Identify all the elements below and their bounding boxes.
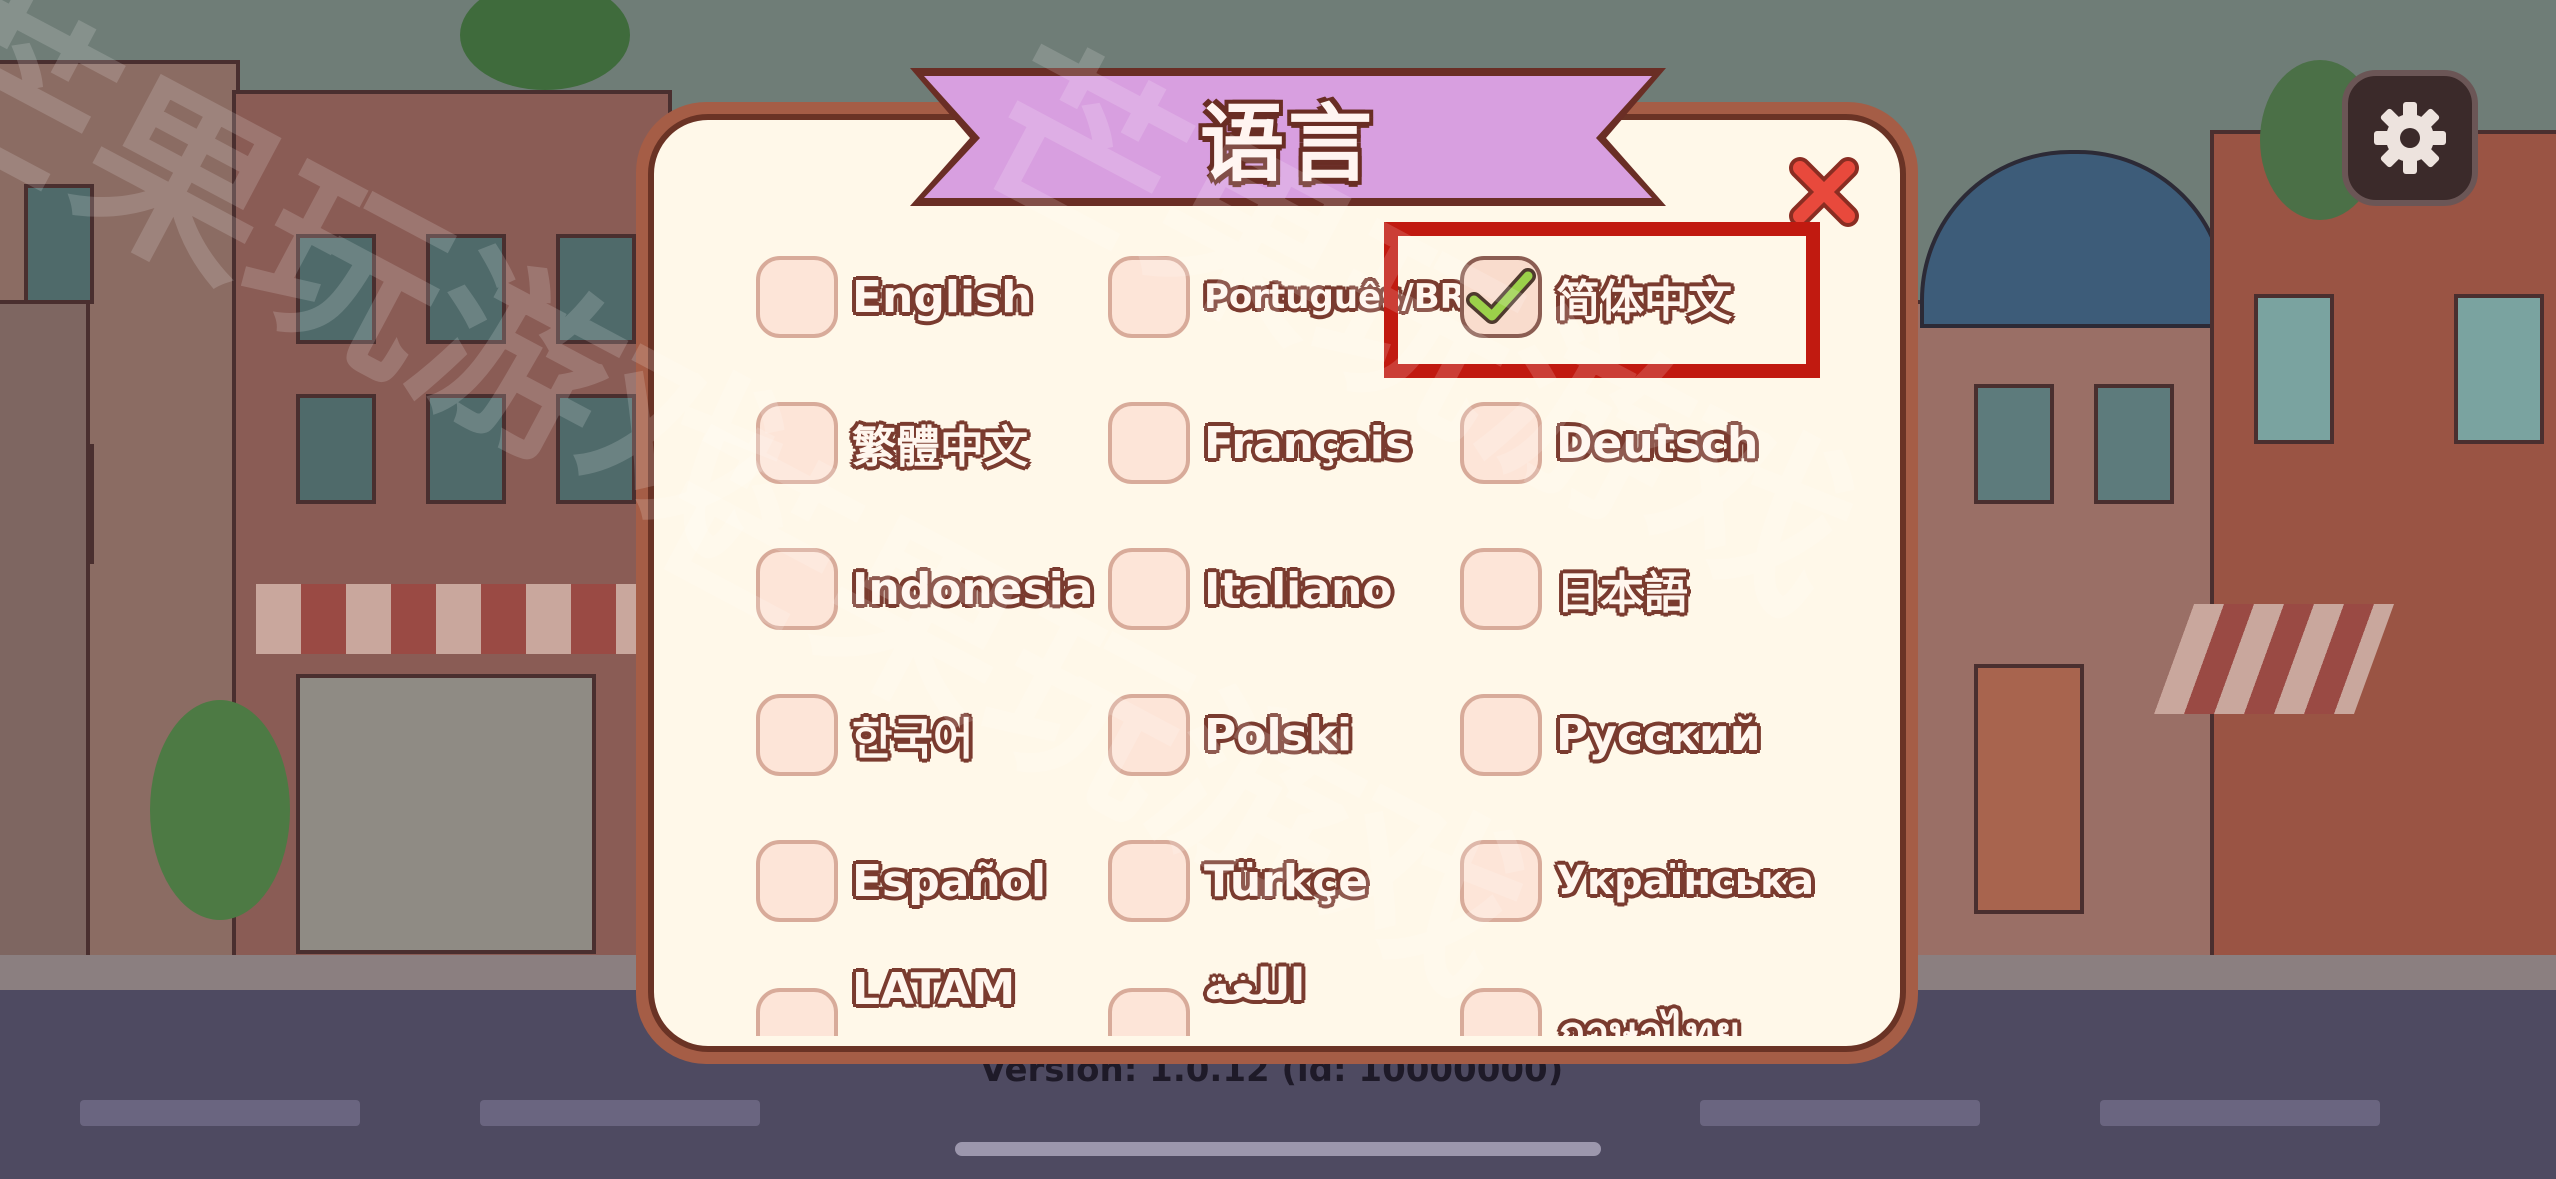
language-checkbox[interactable] [1108, 988, 1190, 1036]
road-stripe [480, 1100, 760, 1126]
language-label: LATAM [852, 964, 1016, 1015]
language-option-arabic[interactable]: اللغة [1108, 960, 1305, 1036]
gear-icon [2374, 102, 2446, 174]
language-checkbox[interactable] [1460, 988, 1542, 1036]
selection-highlight [1384, 222, 1820, 378]
home-indicator[interactable] [955, 1142, 1601, 1156]
language-checkbox[interactable] [756, 988, 838, 1036]
road-stripe [1700, 1100, 1980, 1126]
language-option-thai[interactable]: ภาษาไทย [1460, 968, 1740, 1036]
language-option-latam[interactable]: LATAM [756, 964, 1015, 1036]
dialog-title: 语言 [1199, 94, 1376, 193]
road-stripe [80, 1100, 360, 1126]
road-stripe [2100, 1100, 2380, 1126]
settings-button[interactable] [2342, 70, 2478, 206]
language-label: ภาษาไทย [1556, 1008, 1741, 1036]
language-label: اللغة [1204, 960, 1306, 1011]
game-scene: Version: 1.0.12 (id: 10000000) 语言 Englis… [0, 0, 2556, 1179]
